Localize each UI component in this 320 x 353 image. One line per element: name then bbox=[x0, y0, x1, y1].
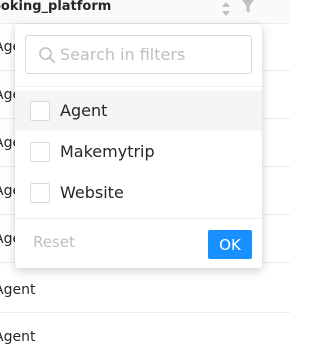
filter-dropdown: Agent Makemytrip Website Reset OK bbox=[15, 24, 262, 268]
checkbox[interactable] bbox=[30, 101, 50, 121]
table-row[interactable]: Agent bbox=[0, 266, 290, 313]
filter-option-label: Makemytrip bbox=[60, 142, 155, 161]
ok-button[interactable]: OK bbox=[208, 230, 252, 259]
filter-icon[interactable] bbox=[242, 0, 254, 14]
search-input[interactable] bbox=[60, 36, 245, 73]
filter-option-makemytrip[interactable]: Makemytrip bbox=[15, 132, 262, 172]
search-icon bbox=[39, 47, 55, 63]
table-header: ooking_platform bbox=[0, 0, 290, 24]
table-row[interactable]: Agent bbox=[0, 313, 290, 353]
filter-option-website[interactable]: Website bbox=[15, 173, 262, 213]
table-cell: Agent bbox=[0, 282, 36, 298]
divider bbox=[15, 86, 262, 87]
table-cell: Agent bbox=[0, 329, 36, 345]
checkbox[interactable] bbox=[30, 183, 50, 203]
search-box bbox=[25, 35, 252, 74]
filter-option-label: Agent bbox=[60, 101, 108, 120]
column-title: ooking_platform bbox=[0, 0, 112, 14]
sort-icon[interactable] bbox=[222, 2, 230, 16]
table-with-filter: ooking_platform Agen Agen Agen Agen Agen… bbox=[0, 0, 290, 353]
filter-option-label: Website bbox=[60, 183, 124, 202]
filter-option-agent[interactable]: Agent bbox=[15, 91, 262, 131]
checkbox[interactable] bbox=[30, 142, 50, 162]
divider bbox=[15, 218, 262, 219]
reset-button[interactable]: Reset bbox=[33, 232, 75, 252]
